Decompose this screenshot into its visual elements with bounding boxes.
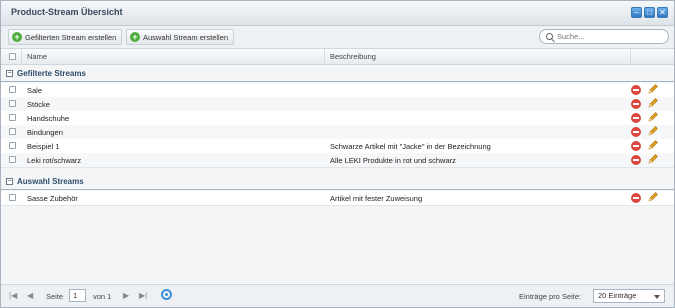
titlebar: Product-Stream Übersicht – □ ✕ — [1, 1, 674, 26]
per-page-select[interactable]: 20 Einträge — [593, 289, 665, 303]
search-icon — [546, 33, 553, 40]
create-filtered-stream-button[interactable]: + Gefilterten Stream erstellen — [8, 29, 123, 45]
table-row[interactable]: Sale — [1, 83, 674, 98]
row-name: Stöcke — [27, 100, 50, 109]
table-row[interactable]: Bindungen — [1, 125, 674, 140]
group-header[interactable]: − Gefilterte Streams — [1, 67, 674, 82]
row-checkbox[interactable] — [9, 128, 16, 135]
column-header-name[interactable]: Name — [27, 52, 47, 61]
window-title: Product-Stream Übersicht — [11, 7, 123, 17]
table-row[interactable]: Leki rot/schwarz Alle LEKI Produkte in ro… — [1, 153, 674, 168]
grid-header: Name Beschreibung — [1, 49, 674, 65]
edit-pencil-icon[interactable] — [647, 153, 659, 165]
row-name: Sasse Zubehör — [27, 194, 78, 203]
row-checkbox[interactable] — [9, 86, 16, 93]
chevron-down-icon — [654, 295, 660, 299]
table-row[interactable]: Beispiel 1 Schwarze Artikel mit "Jacke" i… — [1, 139, 674, 154]
delete-icon[interactable] — [631, 193, 641, 203]
row-name: Handschuhe — [27, 114, 70, 123]
table-row[interactable]: Handschuhe — [1, 111, 674, 126]
edit-pencil-icon[interactable] — [647, 97, 659, 109]
select-all-checkbox[interactable] — [9, 53, 16, 60]
add-icon: + — [130, 32, 140, 42]
page-label: Seite — [46, 292, 64, 301]
edit-pencil-icon[interactable] — [647, 111, 659, 123]
delete-icon[interactable] — [631, 127, 641, 137]
next-page-icon[interactable]: ▶ — [123, 291, 129, 300]
row-name: Bindungen — [27, 128, 63, 137]
column-header-description[interactable]: Beschreibung — [330, 52, 376, 61]
row-checkbox[interactable] — [9, 114, 16, 121]
delete-icon[interactable] — [631, 85, 641, 95]
row-checkbox[interactable] — [9, 156, 16, 163]
window-controls: – □ ✕ — [631, 7, 668, 18]
create-selection-stream-button[interactable]: + Auswahl Stream erstellen — [126, 29, 235, 45]
row-description: Alle LEKI Produkte in rot und schwarz — [330, 156, 456, 165]
group-title: Gefilterte Streams — [17, 69, 86, 78]
edit-pencil-icon[interactable] — [647, 139, 659, 151]
toolbar: + Gefilterten Stream erstellen + Auswahl… — [1, 26, 674, 49]
delete-icon[interactable] — [631, 99, 641, 109]
group-title: Auswahl Streams — [17, 177, 84, 186]
delete-icon[interactable] — [631, 141, 641, 151]
create-filtered-stream-label: Gefilterten Stream erstellen — [25, 32, 117, 42]
previous-page-icon[interactable]: ◀ — [27, 291, 33, 300]
create-selection-stream-label: Auswahl Stream erstellen — [143, 32, 229, 42]
delete-icon[interactable] — [631, 113, 641, 123]
group-header[interactable]: − Auswahl Streams — [1, 175, 674, 190]
search-field[interactable] — [539, 29, 669, 44]
table-row[interactable]: Stöcke — [1, 97, 674, 112]
edit-pencil-icon[interactable] — [647, 125, 659, 137]
row-name: Leki rot/schwarz — [27, 156, 82, 165]
close-icon[interactable]: ✕ — [657, 7, 668, 18]
maximize-icon[interactable]: □ — [644, 7, 655, 18]
row-name: Beispiel 1 — [27, 142, 60, 151]
row-checkbox[interactable] — [9, 142, 16, 149]
refresh-icon[interactable] — [161, 289, 172, 300]
collapse-icon[interactable]: − — [6, 178, 13, 185]
column-divider — [630, 49, 631, 64]
paging-toolbar: |◀ ◀ Seite 1 von 1 ▶ ▶| Einträge pro Sei… — [1, 284, 674, 307]
last-page-icon[interactable]: ▶| — [139, 291, 147, 300]
column-divider — [324, 49, 325, 64]
search-input[interactable] — [557, 32, 657, 41]
delete-icon[interactable] — [631, 155, 641, 165]
row-checkbox[interactable] — [9, 100, 16, 107]
edit-pencil-icon[interactable] — [647, 191, 659, 203]
add-icon: + — [12, 32, 22, 42]
row-name: Sale — [27, 86, 43, 95]
collapse-icon[interactable]: − — [6, 70, 13, 77]
row-description: Schwarze Artikel mit "Jacke" in der Beze… — [330, 142, 491, 151]
edit-pencil-icon[interactable] — [647, 83, 659, 95]
product-stream-window: Product-Stream Übersicht – □ ✕ + Gefilte… — [0, 0, 675, 308]
column-divider — [21, 49, 22, 64]
per-page-label: Einträge pro Seite: — [519, 292, 582, 301]
table-row[interactable]: Sasse Zubehör Artikel mit fester Zuweisun… — [1, 191, 674, 206]
page-input[interactable]: 1 — [69, 289, 86, 302]
minimize-icon[interactable]: – — [631, 7, 642, 18]
page-count-label: von 1 — [93, 292, 112, 301]
first-page-icon[interactable]: |◀ — [9, 291, 17, 300]
per-page-value: 20 Einträge — [598, 291, 637, 300]
row-checkbox[interactable] — [9, 194, 16, 201]
row-description: Artikel mit fester Zuweisung — [330, 194, 423, 203]
